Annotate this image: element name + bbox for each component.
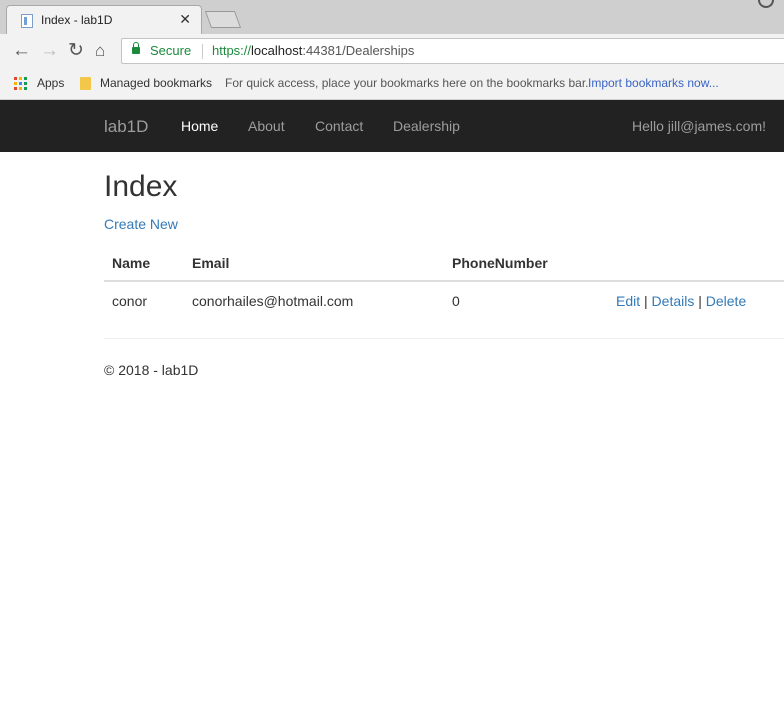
- table-row: conor conorhailes@hotmail.com 0 Edit | D…: [104, 281, 784, 320]
- url-scheme: https://: [212, 43, 252, 58]
- cell-actions: Edit | Details | Delete: [608, 281, 784, 320]
- cell-phone: 0: [452, 293, 460, 309]
- reload-icon[interactable]: ↻: [68, 40, 84, 62]
- apps-bookmark[interactable]: Apps: [37, 76, 64, 90]
- nav-dealership[interactable]: Dealership: [393, 118, 460, 134]
- lock-icon: [132, 42, 140, 54]
- home-icon[interactable]: ⌂: [95, 40, 105, 62]
- site-brand[interactable]: lab1D: [104, 117, 148, 137]
- browser-toolbar: ← → ↻ ⌂ Secure https://localhost:44381/D…: [0, 34, 784, 69]
- browser-tab[interactable]: Index - lab1D ✕: [6, 5, 202, 34]
- site-navbar: lab1D Home About Contact Dealership Hell…: [0, 100, 784, 152]
- tab-close-icon[interactable]: ✕: [179, 11, 191, 27]
- address-divider: [202, 44, 203, 59]
- url-path: :44381/Dealerships: [302, 43, 415, 58]
- column-header-name: Name: [104, 246, 184, 282]
- managed-bookmarks-folder[interactable]: Managed bookmarks: [100, 76, 212, 90]
- nav-contact[interactable]: Contact: [315, 118, 363, 134]
- user-greeting[interactable]: Hello jill@james.com!: [632, 118, 766, 134]
- delete-link[interactable]: Delete: [706, 293, 746, 309]
- details-link[interactable]: Details: [652, 293, 695, 309]
- apps-grid-icon[interactable]: [14, 77, 27, 90]
- cell-name: conor: [112, 293, 148, 309]
- action-separator: |: [644, 293, 648, 309]
- forward-arrow-icon[interactable]: →: [40, 40, 59, 62]
- column-header-email: Email: [184, 246, 444, 282]
- browser-tab-strip: Index - lab1D ✕: [0, 0, 784, 34]
- column-header-actions: [608, 246, 784, 282]
- create-new-link[interactable]: Create New: [104, 216, 178, 232]
- nav-home[interactable]: Home: [181, 118, 218, 134]
- dealerships-table: Name Email PhoneNumber conor conorhailes…: [104, 246, 784, 320]
- new-tab-button[interactable]: [204, 11, 242, 28]
- edit-link[interactable]: Edit: [616, 293, 640, 309]
- nav-about[interactable]: About: [248, 118, 285, 134]
- action-separator: |: [698, 293, 702, 309]
- table-header-row: Name Email PhoneNumber: [104, 246, 784, 282]
- url-text[interactable]: https://localhost:44381/Dealerships: [212, 43, 414, 58]
- url-host: localhost: [251, 43, 303, 58]
- column-header-phone: PhoneNumber: [444, 246, 608, 282]
- bookmarks-hint: For quick access, place your bookmarks h…: [225, 76, 589, 90]
- footer-divider: [104, 338, 784, 339]
- page-title: Index: [104, 170, 178, 203]
- tab-title: Index - lab1D: [41, 13, 113, 27]
- import-bookmarks-link[interactable]: Import bookmarks now...: [588, 76, 719, 90]
- cell-email: conorhailes@hotmail.com: [192, 293, 354, 309]
- address-bar[interactable]: Secure https://localhost:44381/Dealershi…: [121, 38, 784, 64]
- folder-icon: [80, 77, 91, 90]
- secure-label: Secure: [150, 43, 192, 58]
- bookmarks-bar: Apps Managed bookmarks For quick access,…: [0, 69, 784, 100]
- profile-icon[interactable]: [758, 0, 774, 8]
- footer-copyright: © 2018 - lab1D: [104, 362, 199, 378]
- back-arrow-icon[interactable]: ←: [12, 40, 31, 62]
- page-favicon-icon: [21, 14, 33, 28]
